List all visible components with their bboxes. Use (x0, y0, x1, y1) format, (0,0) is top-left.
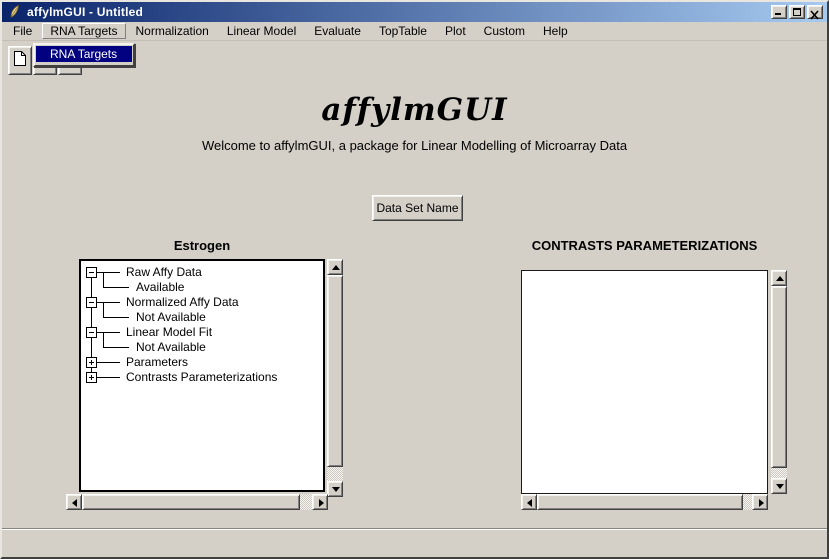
tree-connector-line (103, 272, 104, 287)
scrollbar-track[interactable] (327, 275, 343, 481)
right-panel-vertical-scrollbar[interactable] (771, 270, 787, 494)
minimize-button[interactable] (771, 5, 787, 19)
tree-item[interactable]: Available (81, 280, 323, 295)
scroll-up-button[interactable] (771, 270, 787, 286)
tree-item[interactable]: Not Available (81, 310, 323, 325)
scroll-left-button[interactable] (521, 494, 537, 510)
menu-item-plot[interactable]: Plot (437, 23, 474, 39)
tree-item[interactable]: Parameters (81, 355, 323, 370)
scrollbar-track[interactable] (537, 494, 752, 510)
collapse-icon[interactable] (86, 327, 97, 338)
menu-item-toptable[interactable]: TopTable (371, 23, 435, 39)
menu-item-custom[interactable]: Custom (476, 23, 533, 39)
tree-item[interactable]: Raw Affy Data (81, 265, 323, 280)
tree-item-label: Not Available (136, 341, 206, 354)
close-button[interactable] (807, 5, 823, 19)
app-title: affylmGUI (2, 92, 827, 128)
menu-item-help[interactable]: Help (535, 23, 576, 39)
tree-connector-line (97, 362, 120, 363)
arrow-right-icon (759, 499, 764, 507)
menu-item-rna-targets[interactable]: RNA Targets (42, 23, 125, 39)
tree-item-label: Available (136, 281, 184, 294)
scrollbar-thumb[interactable] (327, 275, 343, 467)
scroll-right-button[interactable] (752, 494, 768, 510)
expand-icon[interactable] (86, 357, 97, 368)
scrollbar-thumb[interactable] (537, 494, 743, 510)
maximize-button[interactable] (789, 5, 805, 19)
tree-connector-line (97, 332, 120, 333)
arrow-down-icon (776, 484, 784, 489)
arrow-left-icon (527, 499, 532, 507)
left-panel-vertical-scrollbar[interactable] (327, 259, 343, 497)
menu-item-normalization[interactable]: Normalization (128, 23, 217, 39)
app-window: affylmGUI - Untitled FileRNA TargetsNorm… (0, 0, 829, 559)
scrollbar-track[interactable] (82, 494, 312, 510)
arrow-down-icon (332, 487, 340, 492)
scroll-down-button[interactable] (771, 478, 787, 494)
arrow-up-icon (332, 265, 340, 270)
tree-connector-line (103, 287, 129, 288)
welcome-text: Welcome to affylmGUI, a package for Line… (2, 138, 827, 153)
tree-item[interactable]: Contrasts Parameterizations (81, 370, 323, 385)
scrollbar-thumb[interactable] (82, 494, 300, 510)
tree-connector-line (97, 272, 120, 273)
tree-connector-line (103, 347, 129, 348)
window-controls (771, 5, 823, 19)
titlebar: affylmGUI - Untitled (2, 2, 827, 22)
tree-item-label: Normalized Affy Data (126, 296, 239, 309)
collapse-icon[interactable] (86, 297, 97, 308)
arrow-left-icon (72, 499, 77, 507)
scroll-up-button[interactable] (327, 259, 343, 275)
arrow-right-icon (319, 499, 324, 507)
tree-item[interactable]: Normalized Affy Data (81, 295, 323, 310)
scroll-right-button[interactable] (312, 494, 328, 510)
rna-targets-menu: RNA Targets (33, 43, 135, 67)
left-panel-heading: Estrogen (79, 238, 325, 254)
maximize-icon (793, 8, 801, 16)
tree-item-label: Not Available (136, 311, 206, 324)
tree-connector-line (97, 302, 120, 303)
expand-icon[interactable] (86, 372, 97, 383)
menu-item-evaluate[interactable]: Evaluate (306, 23, 369, 39)
tree-connector-line (103, 302, 104, 317)
new-file-icon (13, 50, 27, 72)
tree-connector-line (103, 317, 129, 318)
menu-bar: FileRNA TargetsNormalizationLinear Model… (2, 22, 827, 41)
close-icon (810, 7, 820, 17)
collapse-icon[interactable] (86, 267, 97, 278)
tree-item[interactable]: Not Available (81, 340, 323, 355)
left-panel-horizontal-scrollbar[interactable] (66, 494, 328, 510)
data-set-name-button[interactable]: Data Set Name (372, 195, 463, 221)
scroll-left-button[interactable] (66, 494, 82, 510)
status-tree[interactable]: Raw Affy Data Available Normalized Affy Da… (79, 259, 325, 492)
minimize-icon (775, 13, 781, 15)
tree-item-label: Contrasts Parameterizations (126, 371, 277, 384)
tree-item-label: Raw Affy Data (126, 266, 202, 279)
new-file-button[interactable] (8, 46, 32, 75)
tree-item[interactable]: Linear Model Fit (81, 325, 323, 340)
right-panel-horizontal-scrollbar[interactable] (521, 494, 768, 510)
status-bar (2, 530, 827, 557)
scrollbar-thumb[interactable] (771, 286, 787, 468)
menu-option-rna-targets[interactable]: RNA Targets (36, 46, 132, 62)
tree-connector-line (97, 377, 120, 378)
tree-item-label: Linear Model Fit (126, 326, 212, 339)
feather-app-icon (6, 4, 22, 20)
arrow-up-icon (776, 276, 784, 281)
menu-item-linear-model[interactable]: Linear Model (219, 23, 304, 39)
window-title: affylmGUI - Untitled (27, 5, 771, 19)
menu-item-file[interactable]: File (5, 23, 40, 39)
contrasts-listbox[interactable] (521, 270, 768, 494)
tree-rows: Raw Affy Data Available Normalized Affy Da… (81, 261, 323, 490)
tree-connector-line (103, 332, 104, 347)
scroll-down-button[interactable] (327, 481, 343, 497)
tree-item-label: Parameters (126, 356, 188, 369)
right-panel-heading: CONTRASTS PARAMETERIZATIONS (521, 238, 768, 254)
scrollbar-track[interactable] (771, 286, 787, 478)
